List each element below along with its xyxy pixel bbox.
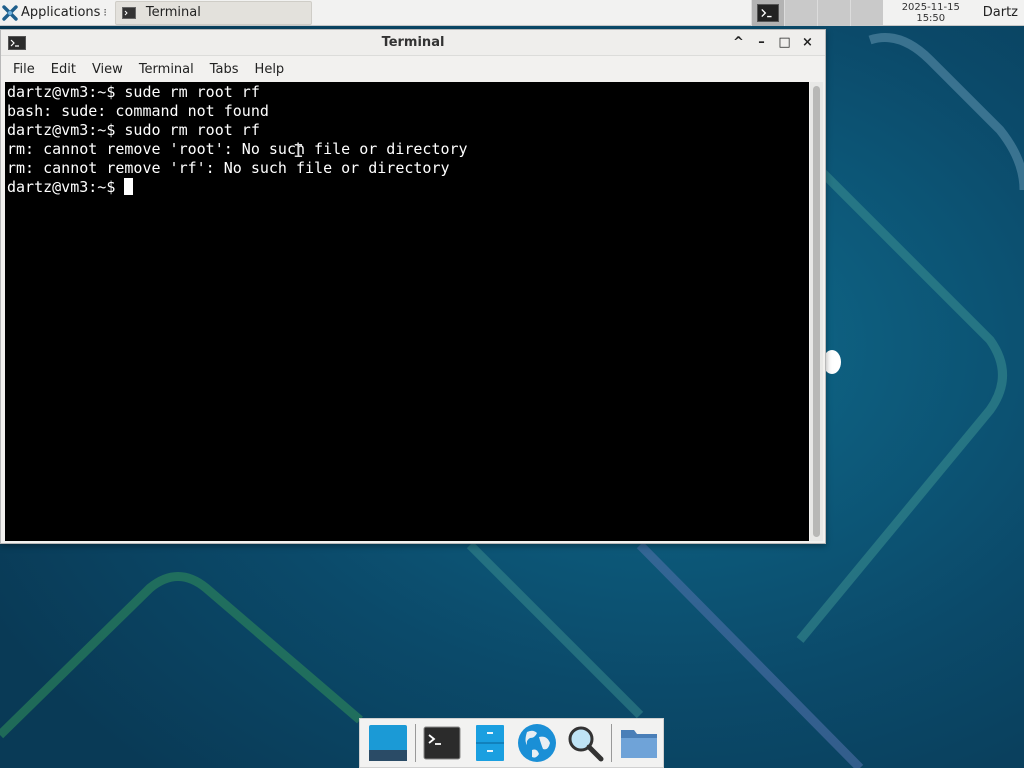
terminal-line: dartz@vm3:~$ sudo rm root rf (7, 121, 260, 139)
maximize-button[interactable]: □ (773, 33, 796, 53)
menu-file[interactable]: File (5, 62, 43, 77)
terminal-line: rm: cannot remove 'root': No such file o… (7, 140, 468, 158)
taskbar-item-label: Terminal (145, 5, 201, 20)
window-title: Terminal (381, 35, 445, 50)
clock[interactable]: 2025-11-15 15:50 (883, 0, 979, 26)
globe-icon (518, 724, 557, 762)
bottom-dock (359, 718, 664, 768)
workspace-1[interactable] (750, 0, 784, 26)
dock-separator (414, 724, 416, 762)
terminal-icon (756, 3, 779, 22)
magnifier-icon (568, 726, 604, 762)
dock-app-finder[interactable] (564, 722, 606, 764)
terminal-scrollbar[interactable] (810, 82, 823, 541)
dock-terminal[interactable] (421, 722, 463, 764)
folder-icon (621, 730, 658, 758)
file-cabinet-icon (475, 725, 504, 761)
text-cursor (124, 178, 134, 195)
clock-time: 15:50 (916, 12, 946, 24)
applications-menu-button[interactable]: Applications ⁝ (0, 0, 111, 26)
workspace-switcher (750, 0, 883, 26)
dock-folder[interactable] (618, 722, 660, 764)
dock-separator (611, 724, 613, 762)
workspace-3[interactable] (816, 0, 850, 26)
menu-help[interactable]: Help (247, 62, 293, 77)
menu-grip-icon: ⁝ (103, 6, 107, 19)
menu-edit[interactable]: Edit (43, 62, 84, 77)
dock-web-browser[interactable] (516, 722, 558, 764)
terminal-window: Terminal ^ – □ × File Edit View Terminal… (0, 29, 826, 544)
terminal-output[interactable]: dartz@vm3:~$ sude rm root rf bash: sude:… (5, 82, 809, 541)
scrollbar-thumb[interactable] (813, 86, 820, 537)
ibeam-cursor-icon: I (293, 141, 304, 162)
top-panel: Applications ⁝ Terminal 2025-11-15 15:50… (0, 0, 1024, 26)
menu-view[interactable]: View (84, 62, 131, 77)
terminal-line: bash: sude: command not found (7, 102, 269, 120)
terminal-line: dartz@vm3:~$ sude rm root rf (7, 83, 260, 101)
menu-bar: File Edit View Terminal Tabs Help (1, 56, 825, 82)
window-titlebar[interactable]: Terminal ^ – □ × (1, 30, 825, 56)
workspace-4[interactable] (849, 0, 883, 26)
terminal-icon (121, 6, 136, 19)
terminal-prompt-line: dartz@vm3:~$ (7, 178, 807, 197)
minimize-button[interactable]: – (750, 33, 773, 53)
close-button[interactable]: × (796, 33, 819, 53)
user-menu[interactable]: Dartz (979, 5, 1024, 20)
terminal-icon (423, 726, 461, 760)
dock-file-manager[interactable] (469, 722, 511, 764)
menu-tabs[interactable]: Tabs (202, 62, 247, 77)
terminal-icon (8, 35, 26, 50)
terminal-prompt: dartz@vm3:~$ (7, 178, 125, 196)
xfce-logo-icon (2, 4, 18, 21)
show-desktop-icon (368, 725, 407, 761)
menu-terminal[interactable]: Terminal (131, 62, 202, 77)
terminal-line: rm: cannot remove 'rf': No such file or … (7, 159, 450, 177)
workspace-2[interactable] (783, 0, 817, 26)
shade-button[interactable]: ^ (727, 33, 750, 53)
clock-date: 2025-11-15 (901, 1, 960, 13)
dock-show-desktop[interactable] (367, 722, 409, 764)
applications-label: Applications (21, 5, 101, 20)
taskbar-item-terminal[interactable]: Terminal (114, 0, 312, 25)
